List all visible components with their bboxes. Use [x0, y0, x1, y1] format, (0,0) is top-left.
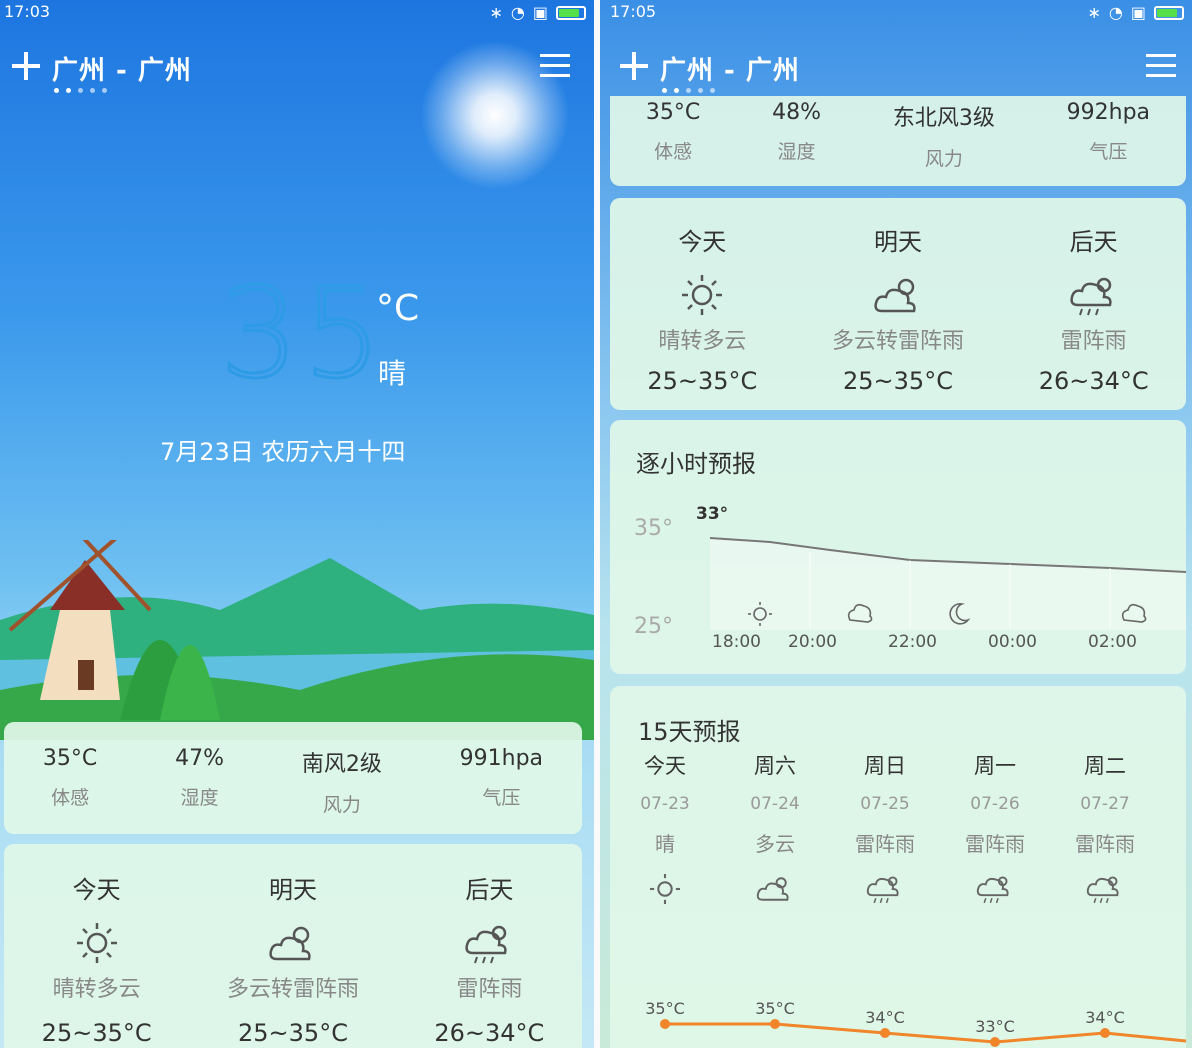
hour-label-2: 20:00 [788, 632, 837, 652]
wifi-icon: ◔ [510, 3, 525, 22]
weather-screen-scrolled: 17:05 ∗ ◔ ▣ 广州 - 广州 35°C 体感 48% 湿度 东北风3级 风力… [600, 0, 1192, 1048]
high-temp-point [1100, 1028, 1110, 1038]
sim-icon: ▣ [1130, 3, 1146, 22]
page-indicator [54, 88, 107, 93]
sim-icon: ▣ [532, 3, 548, 22]
stat-wind: 东北风3级 风力 [892, 106, 995, 170]
status-bar: 17:03 ∗ ◔ ▣ [0, 0, 594, 24]
high-temp-label: 35°C [755, 999, 795, 1018]
fifteen-day-card: 15天预报 今天 07-23 晴周六 07-24 多云 周日 07-25 雷阵雨 周一 07-26… [610, 686, 1186, 1048]
sun-icon [682, 275, 723, 315]
day-today[interactable]: 今天 晴转多云 25~35°C [42, 870, 152, 1047]
stat-wind: 南风2级 风力 [301, 752, 382, 816]
status-time: 17:05 [610, 2, 657, 21]
city-title[interactable]: 广州 - 广州 [660, 50, 800, 87]
high-temp-label: 34°C [1085, 1008, 1125, 1027]
day-tomorrow[interactable]: 明天 多云转雷阵雨 25~35°C [832, 222, 964, 395]
cloud-sun-icon [269, 926, 311, 961]
stat-feels-like: 35°C 体感 [645, 100, 701, 163]
current-temperature: 35 [219, 262, 386, 406]
hour-label-4: 00:00 [988, 632, 1037, 652]
battery-icon [556, 5, 586, 20]
day-tomorrow[interactable]: 明天 多云转雷阵雨 25~35°C [227, 870, 359, 1047]
cloud-sun-icon [874, 278, 916, 313]
top-bar: 广州 - 广州 [0, 48, 594, 96]
menu-icon[interactable] [1146, 54, 1176, 78]
stat-pressure: 992hpa 气压 [1066, 100, 1151, 163]
battery-icon [1154, 5, 1184, 20]
landscape-illustration [0, 540, 594, 740]
current-stats-card: 35°C 体感 47% 湿度 南风2级 风力 991hpa 气压 [4, 722, 582, 834]
city-title[interactable]: 广州 - 广州 [52, 50, 192, 87]
hour-label-1: 18:00 [712, 632, 761, 652]
add-city-icon[interactable] [620, 52, 648, 80]
bluetooth-icon: ∗ [1087, 3, 1101, 22]
high-temp-point [660, 1019, 670, 1029]
hour-label-3: 22:00 [888, 632, 937, 652]
three-day-card: 今天 晴转多云 25~35°C 明天 多云转雷阵雨 25~35°C 后天 雷阵雨… [610, 198, 1186, 410]
current-date: 7月23日 农历六月十四 [160, 438, 406, 466]
hour-label-5: 02:00 [1088, 632, 1137, 652]
hourly-forecast-card: 逐小时预报 35° 25° 33° 18:00 20:00 22:00 00:0… [610, 420, 1186, 674]
page-indicator [662, 88, 715, 93]
status-bar: 17:05 ∗ ◔ ▣ [600, 0, 1192, 24]
menu-icon[interactable] [540, 54, 570, 78]
stat-pressure: 991hpa 气压 [459, 746, 544, 809]
high-temp-label: 35°C [645, 999, 685, 1018]
thunder-rain-icon [465, 925, 507, 964]
status-time: 17:03 [4, 2, 51, 21]
three-day-card: 今天 晴转多云 25~35°C 明天 多云转雷阵雨 25~35°C 后天 雷阵雨… [4, 844, 582, 1048]
stat-humidity: 48% 湿度 [772, 100, 821, 163]
stat-humidity: 47% 湿度 [175, 746, 224, 809]
wifi-icon: ◔ [1108, 3, 1123, 22]
weather-screen-current: 17:03 ∗ ◔ ▣ 广州 - 广州 35 °C 晴 7月23日 农历六月十四 [0, 0, 594, 1048]
fifteen-day-high-chart: 35°C 35°C 34°C 33°C 34°C [645, 999, 1186, 1047]
day-after-tomorrow[interactable]: 后天 雷阵雨 26~34°C [1039, 222, 1149, 395]
day-after-tomorrow[interactable]: 后天 雷阵雨 26~34°C [434, 870, 544, 1047]
current-condition: 晴 [378, 357, 407, 390]
top-bar: 广州 - 广州 [600, 48, 1192, 96]
high-temp-point [990, 1037, 1000, 1047]
temperature-unit: °C [376, 288, 420, 329]
day-today[interactable]: 今天 晴转多云 25~35°C [647, 222, 757, 395]
current-stats-card: 35°C 体感 48% 湿度 东北风3级 风力 992hpa 气压 [610, 96, 1186, 186]
high-temp-point [770, 1019, 780, 1029]
sun-icon [76, 923, 117, 963]
high-temp-label: 34°C [865, 1008, 905, 1027]
high-temp-point [880, 1028, 890, 1038]
stat-feels-like: 35°C 体感 [42, 746, 98, 809]
bluetooth-icon: ∗ [489, 3, 503, 22]
thunder-rain-icon [1070, 277, 1112, 316]
add-city-icon[interactable] [12, 52, 40, 80]
high-temp-label: 33°C [975, 1017, 1015, 1036]
